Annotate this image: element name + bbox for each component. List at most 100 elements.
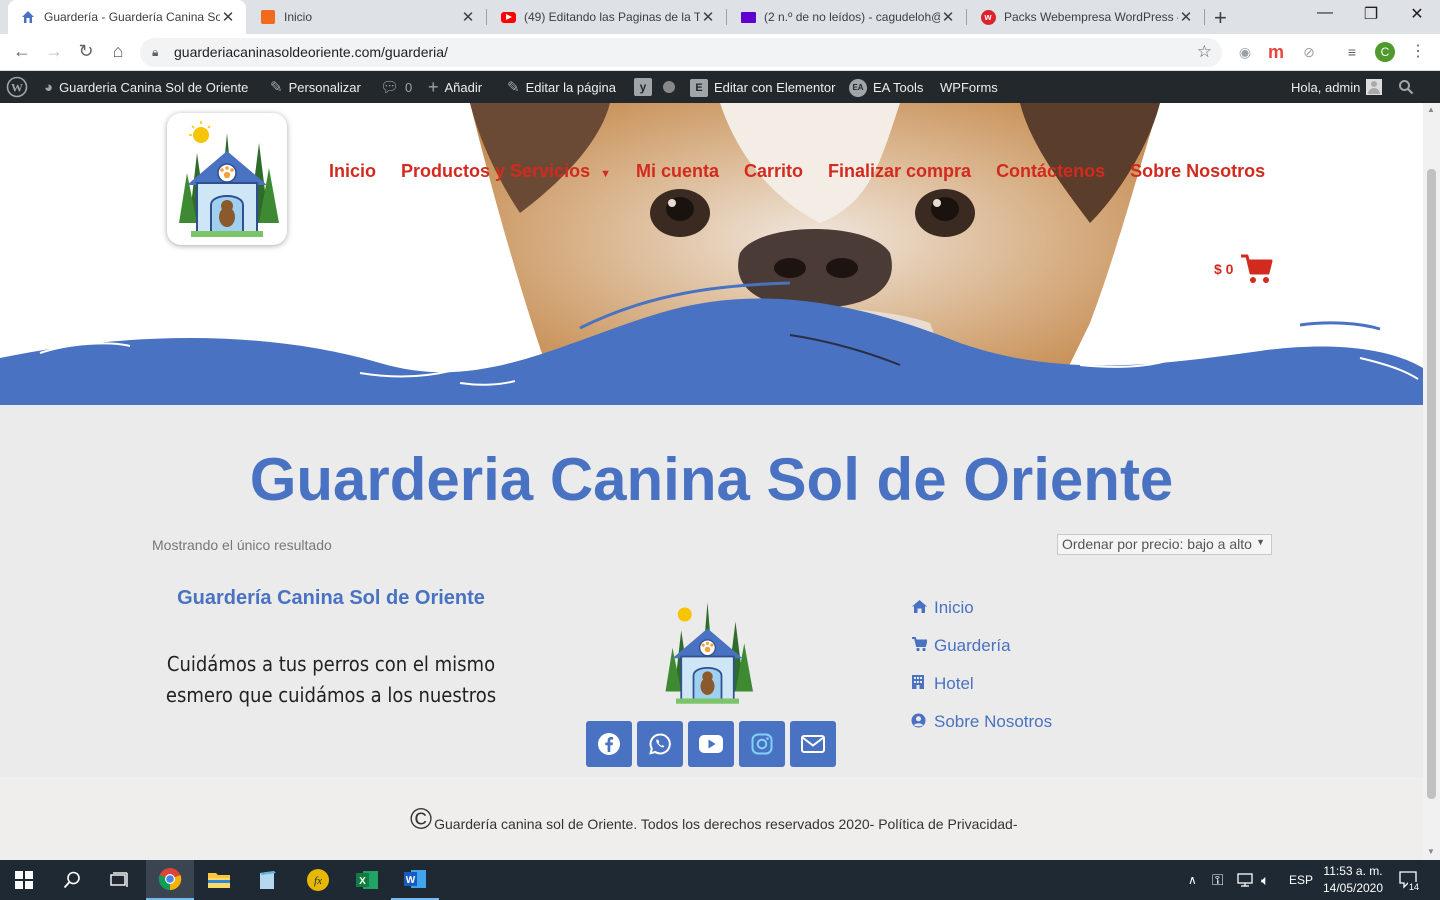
footer-widget-title: Guardería Canina Sol de Oriente bbox=[177, 587, 485, 609]
security-tray-icon[interactable]: ⚿ bbox=[1212, 860, 1223, 900]
site-viewport: Inicio Productos y Servicios ▼ Mi cuenta … bbox=[0, 103, 1423, 860]
chrome-menu-icon[interactable]: ⋮ bbox=[1408, 42, 1428, 62]
media-queue-icon[interactable]: ≡ bbox=[1342, 42, 1362, 62]
brush-icon: ✎ bbox=[270, 79, 283, 96]
file-explorer-button[interactable] bbox=[195, 860, 243, 900]
close-tab-icon[interactable]: ✕ bbox=[940, 8, 956, 26]
app-taskbar-button[interactable]: fx bbox=[294, 860, 342, 900]
nav-contactenos[interactable]: Contáctenos bbox=[996, 161, 1105, 182]
site-footer: © Guardería canina sol de Oriente. Todos… bbox=[0, 777, 1423, 860]
bookmark-star-icon[interactable]: ☆ bbox=[1197, 42, 1212, 62]
admin-elementor[interactable]: E Editar con Elementor bbox=[690, 71, 835, 103]
youtube-icon bbox=[500, 9, 516, 25]
nav-mi-cuenta[interactable]: Mi cuenta bbox=[636, 161, 719, 182]
elementor-icon: E bbox=[690, 78, 708, 97]
header-cart[interactable]: $ 0 bbox=[1214, 253, 1273, 285]
notification-count: 14 bbox=[1408, 882, 1421, 892]
yoast-seo-icon[interactable]: y bbox=[634, 71, 652, 103]
network-icon[interactable] bbox=[1237, 860, 1253, 900]
close-window-button[interactable]: ✕ bbox=[1394, 4, 1440, 24]
search-button[interactable] bbox=[48, 860, 96, 900]
tab-separator bbox=[966, 9, 967, 25]
admin-avatar bbox=[1366, 79, 1383, 95]
nav-finalizar-compra[interactable]: Finalizar compra bbox=[828, 161, 971, 182]
action-center-button[interactable]: 14 bbox=[1399, 860, 1421, 900]
back-arrow-icon[interactable]: ← bbox=[10, 41, 34, 62]
scroll-up-icon[interactable]: ▲ bbox=[1427, 105, 1435, 114]
footer-link-sobre-nosotros[interactable]: Sobre Nosotros bbox=[911, 703, 1052, 741]
forward-arrow-icon[interactable]: → bbox=[42, 41, 66, 62]
scrollbar-thumb[interactable] bbox=[1427, 169, 1436, 799]
orderby-select[interactable]: Ordenar por precio: bajo a alto ▼ bbox=[1057, 534, 1272, 555]
start-button[interactable] bbox=[0, 860, 48, 900]
minimize-button[interactable]: — bbox=[1302, 4, 1348, 22]
nav-productos-servicios[interactable]: Productos y Servicios ▼ bbox=[401, 161, 611, 182]
instagram-icon bbox=[751, 733, 773, 755]
tab-inicio[interactable]: Inicio ✕ bbox=[248, 0, 486, 34]
new-tab-button[interactable]: + bbox=[1214, 5, 1227, 31]
word-icon: W bbox=[404, 870, 426, 888]
admin-site-name[interactable]: ◕ Guarderia Canina Sol de Oriente bbox=[44, 71, 248, 103]
svg-text:X: X bbox=[359, 876, 366, 887]
input-language[interactable]: ESP bbox=[1289, 860, 1313, 900]
nav-inicio[interactable]: Inicio bbox=[329, 161, 376, 182]
scroll-down-icon[interactable]: ▼ bbox=[1427, 847, 1435, 856]
footer-link-guarderia[interactable]: Guardería bbox=[911, 627, 1052, 665]
extension-icon[interactable]: ◉ bbox=[1235, 42, 1255, 62]
admin-add-new-label: Añadir bbox=[444, 79, 483, 95]
footer-link-hotel[interactable]: Hotel bbox=[911, 665, 1052, 703]
word-button[interactable]: W bbox=[391, 860, 439, 900]
home-icon[interactable]: ⌂ bbox=[106, 41, 130, 62]
footer-links: Inicio Guardería Hotel Sobre Nosotros bbox=[911, 589, 1052, 741]
admin-account[interactable]: Hola, admin bbox=[1291, 71, 1383, 103]
reload-icon[interactable]: ↻ bbox=[74, 41, 98, 62]
admin-search-icon[interactable] bbox=[1398, 71, 1414, 103]
facebook-button[interactable] bbox=[586, 721, 632, 767]
dashboard-gauge-icon: ◕ bbox=[44, 78, 54, 96]
admin-wpforms[interactable]: WPForms bbox=[940, 71, 998, 103]
tab-yahoo-mail[interactable]: (2 n.º de no leídos) - cagudeloh@ ✕ bbox=[728, 0, 966, 34]
admin-comments[interactable]: 💬︎ 0 bbox=[380, 71, 412, 103]
volume-icon[interactable]: 🔈︎ bbox=[1261, 860, 1269, 900]
instagram-button[interactable] bbox=[739, 721, 785, 767]
comments-count: 0 bbox=[405, 79, 413, 95]
close-tab-icon[interactable]: ✕ bbox=[220, 8, 236, 26]
mendeley-extension-icon[interactable]: m bbox=[1266, 42, 1286, 62]
close-tab-icon[interactable]: ✕ bbox=[460, 8, 476, 26]
page-scrollbar[interactable]: ▲ ▼ bbox=[1423, 103, 1440, 860]
tab-youtube[interactable]: (49) Editando las Paginas de la Ti ✕ bbox=[488, 0, 726, 34]
extension-icon[interactable]: ⊘ bbox=[1299, 42, 1319, 62]
tab-title: Inicio bbox=[284, 10, 313, 24]
email-button[interactable] bbox=[790, 721, 836, 767]
youtube-icon bbox=[699, 735, 723, 753]
show-hidden-icons-icon[interactable]: ∧ bbox=[1188, 860, 1197, 900]
nav-carrito[interactable]: Carrito bbox=[744, 161, 803, 182]
address-bar[interactable]: 🔒︎ guarderiacaninasoldeoriente.com/guard… bbox=[140, 38, 1222, 67]
notepad-button[interactable] bbox=[243, 860, 291, 900]
footer-link-inicio[interactable]: Inicio bbox=[911, 589, 1052, 627]
chrome-taskbar-button[interactable] bbox=[146, 860, 194, 900]
cart-icon bbox=[911, 636, 934, 656]
youtube-button[interactable] bbox=[688, 721, 734, 767]
close-tab-icon[interactable]: ✕ bbox=[700, 8, 716, 26]
tab-guarderia[interactable]: Guardería - Guardería Canina Sol ✕ bbox=[8, 0, 246, 34]
comment-bubble-icon: 💬︎ bbox=[380, 79, 400, 96]
close-tab-icon[interactable]: ✕ bbox=[1178, 8, 1194, 26]
excel-button[interactable]: X bbox=[343, 860, 391, 900]
shopping-cart-icon bbox=[1241, 254, 1273, 283]
profile-avatar[interactable]: C bbox=[1375, 42, 1395, 62]
admin-customize[interactable]: ✎ Personalizar bbox=[270, 71, 361, 103]
admin-ea-tools[interactable]: EA EA Tools bbox=[849, 71, 923, 103]
task-view-button[interactable] bbox=[96, 860, 144, 900]
tab-webempresa[interactable]: w Packs Webempresa WordPress – ✕ bbox=[968, 0, 1204, 34]
wordpress-logo-icon[interactable]: W bbox=[6, 71, 28, 103]
site-logo[interactable] bbox=[167, 113, 287, 245]
page-title: Guarderia Canina Sol de Oriente bbox=[249, 446, 1174, 513]
admin-edit-page[interactable]: ✎ Editar la página bbox=[507, 71, 616, 103]
nav-sobre-nosotros[interactable]: Sobre Nosotros bbox=[1130, 161, 1265, 182]
taskbar-clock[interactable]: 11:53 a. m. 14/05/2020 bbox=[1318, 863, 1388, 897]
whatsapp-button[interactable] bbox=[637, 721, 683, 767]
svg-text:W: W bbox=[406, 875, 416, 886]
admin-add-new[interactable]: + Añadir bbox=[428, 71, 482, 103]
maximize-button[interactable]: ❐ bbox=[1348, 4, 1394, 24]
